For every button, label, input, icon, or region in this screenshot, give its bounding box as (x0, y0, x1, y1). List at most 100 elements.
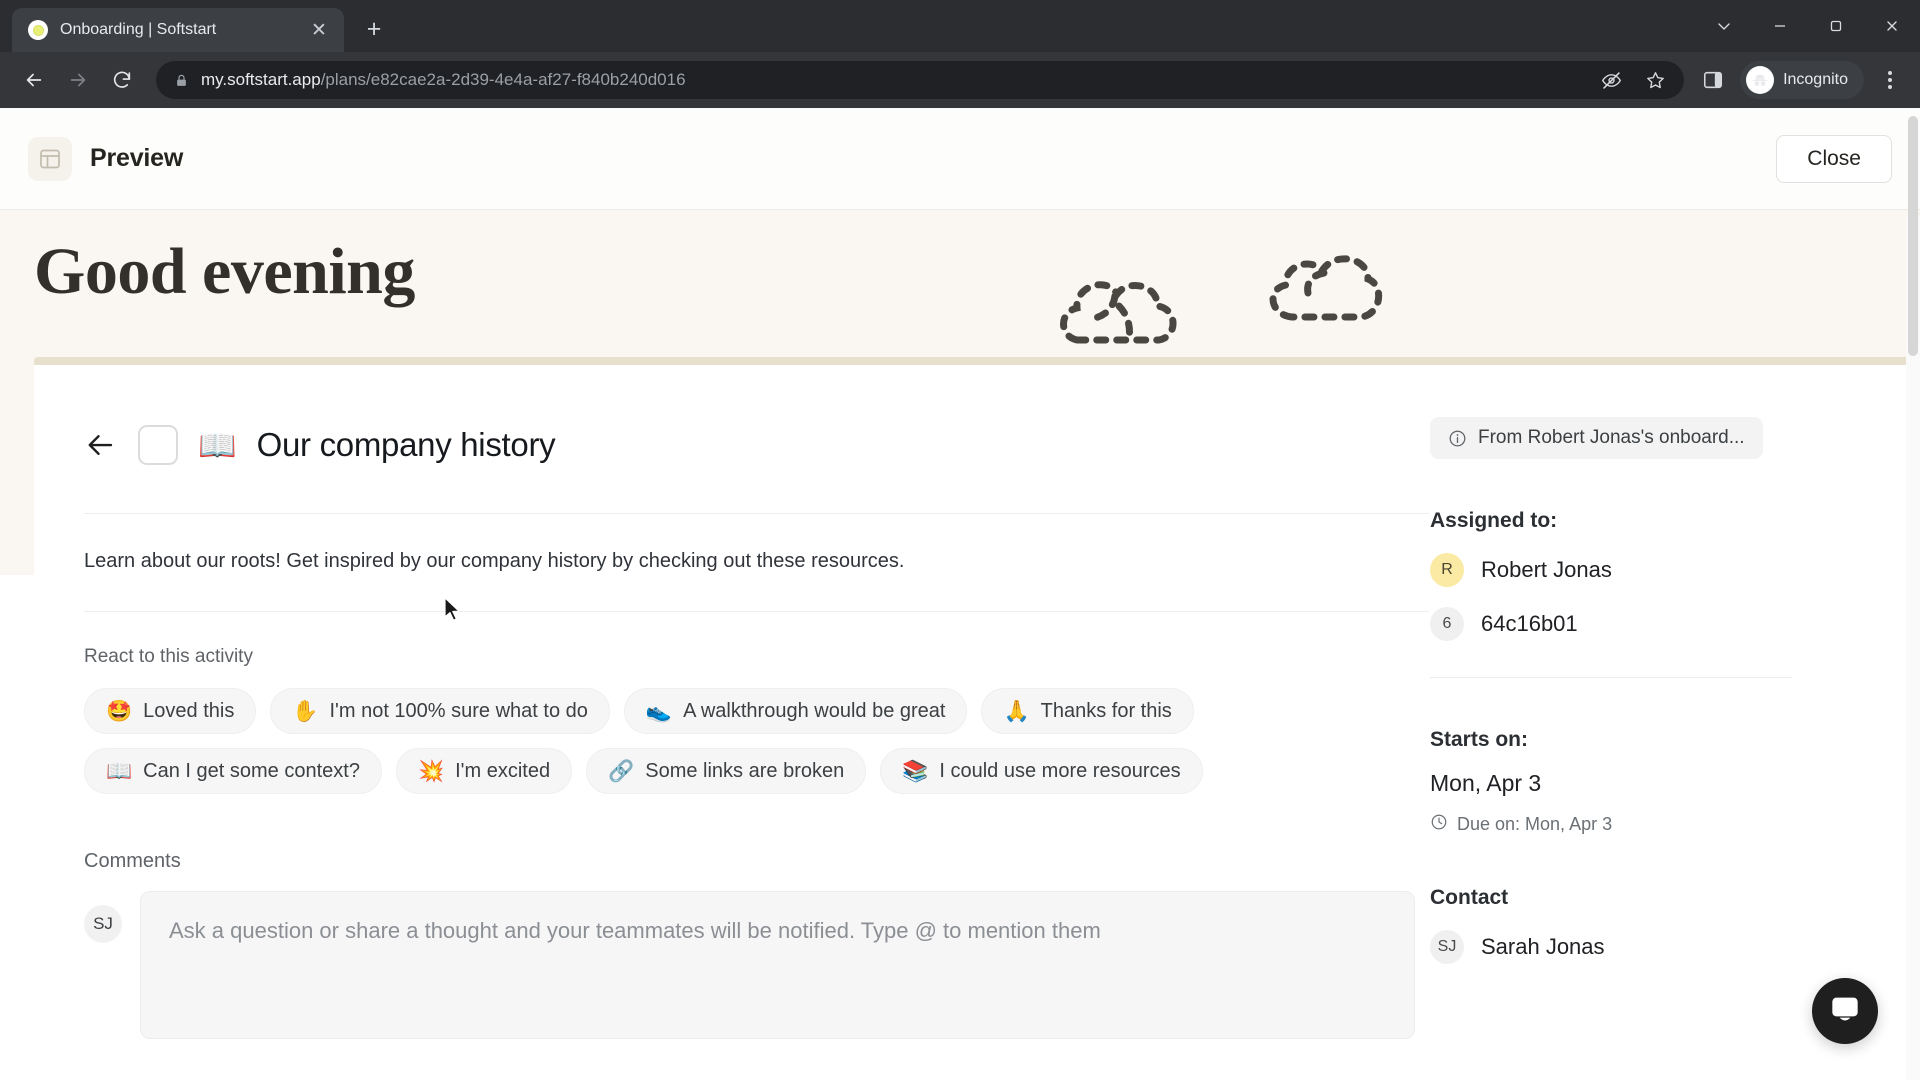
due-date-row: Due on: Mon, Apr 3 (1430, 813, 1870, 836)
chevron-down-icon[interactable] (1696, 3, 1752, 49)
avatar: SJ (1430, 930, 1464, 964)
window-close-icon[interactable] (1864, 3, 1920, 49)
profile-incognito-button[interactable]: Incognito (1740, 61, 1864, 99)
maximize-icon[interactable] (1808, 3, 1864, 49)
reaction-chip[interactable]: ✋ I'm not 100% sure what to do (270, 688, 610, 734)
greeting-text: Good evening (34, 235, 415, 308)
avatar: R (1430, 553, 1464, 587)
url-path: /plans/e82cae2a-2d39-4e4a-af27-f840b240d… (320, 70, 686, 89)
reaction-chip-label: Loved this (143, 699, 235, 722)
side-panel-icon[interactable] (1698, 65, 1728, 95)
starts-on-heading: Starts on: (1430, 728, 1529, 751)
contact-heading: Contact (1430, 886, 1509, 909)
activity-back-arrow-icon[interactable] (84, 428, 118, 462)
kebab-menu-icon[interactable] (1874, 61, 1906, 99)
forward-arrow-icon[interactable] (58, 60, 98, 100)
mouse-cursor (443, 597, 463, 628)
activity-title: Our company history (256, 426, 556, 463)
browser-toolbar: my.softstart.app/plans/e82cae2a-2d39-4e4… (0, 52, 1920, 108)
new-tab-button[interactable]: + (354, 9, 394, 49)
tab-strip: Onboarding | Softstart ✕ + (0, 0, 1920, 52)
comment-input[interactable]: Ask a question or share a thought and yo… (140, 891, 1415, 1039)
browser-tab[interactable]: Onboarding | Softstart ✕ (12, 8, 344, 52)
address-bar[interactable]: my.softstart.app/plans/e82cae2a-2d39-4e4… (156, 61, 1685, 99)
activity-checkbox[interactable] (138, 425, 178, 465)
softstart-dot-icon (28, 20, 48, 40)
activity-header: 📖 Our company history (84, 425, 1430, 465)
window-controls (1696, 0, 1920, 52)
address-bar-text: my.softstart.app/plans/e82cae2a-2d39-4e4… (201, 70, 686, 90)
page-title: Preview (90, 144, 184, 172)
reaction-chip[interactable]: 💥 I'm excited (395, 748, 573, 794)
info-icon (1448, 429, 1467, 448)
reaction-chip[interactable]: 🤩 Loved this (84, 688, 257, 734)
minimize-icon[interactable] (1752, 3, 1808, 49)
incognito-hat-icon (1746, 66, 1775, 94)
reaction-emoji-icon: ✋ (292, 699, 319, 723)
reload-icon[interactable] (102, 60, 142, 100)
reaction-emoji-icon: 📖 (106, 759, 133, 783)
reaction-chip[interactable]: 📖 Can I get some context? (84, 748, 382, 794)
eye-crossed-icon[interactable] (1596, 65, 1626, 95)
clock-icon (1430, 813, 1448, 836)
assignee-row[interactable]: R Robert Jonas (1430, 553, 1870, 587)
reaction-chip-label: I could use more resources (939, 759, 1181, 782)
reaction-chip-label: Some links are broken (645, 759, 845, 782)
contact-row[interactable]: SJ Sarah Jonas (1430, 930, 1870, 964)
cloud-decoration-right (1258, 235, 1386, 323)
assignee-row[interactable]: 6 64c16b01 (1430, 607, 1870, 641)
reaction-chip-label: I'm not 100% sure what to do (329, 699, 588, 722)
activity-detail: 📖 Our company history Learn about our ro… (0, 365, 1920, 1080)
reaction-chip-label: I'm excited (455, 759, 551, 782)
divider (84, 513, 1429, 514)
greeting-hero: Good evening (0, 210, 1920, 365)
avatar: 6 (1430, 607, 1464, 641)
reaction-chip[interactable]: 🙏 Thanks for this (981, 688, 1194, 734)
close-preview-button[interactable]: Close (1776, 134, 1892, 183)
reaction-emoji-icon: 👟 (645, 699, 673, 723)
assignee-name: Robert Jonas (1481, 557, 1612, 582)
reaction-emoji-icon: 💥 (417, 759, 445, 783)
assignee-name: 64c16b01 (1481, 611, 1578, 636)
reaction-chip[interactable]: 🔗 Some links are broken (586, 748, 867, 794)
browser-window: Onboarding | Softstart ✕ + my.softstart.… (0, 0, 1920, 1080)
layout-preview-icon (28, 136, 72, 181)
hero-rule (34, 357, 1920, 365)
app-viewport: Preview Close Good evening 📖 Our company… (0, 108, 1920, 1080)
comments-label: Comments (84, 850, 181, 872)
tab-close-icon[interactable]: ✕ (306, 17, 332, 43)
tab-title: Onboarding | Softstart (60, 21, 217, 38)
preview-header: Preview Close (0, 108, 1920, 210)
star-icon[interactable] (1640, 65, 1670, 95)
url-domain: my.softstart.app (201, 70, 321, 89)
activity-main-column: 📖 Our company history Learn about our ro… (0, 365, 1430, 1080)
reaction-chip-label: A walkthrough would be great (683, 699, 946, 722)
activity-description: Learn about our roots! Get inspired by o… (84, 550, 905, 572)
comment-composer: SJ Ask a question or share a thought and… (84, 891, 1430, 1039)
reaction-chip-list: 🤩 Loved this ✋ I'm not 100% sure what to d… (84, 688, 1324, 794)
reaction-chip-label: Thanks for this (1040, 699, 1172, 722)
reaction-chip[interactable]: 📚 I could use more resources (880, 748, 1203, 794)
page-scrollbar-thumb[interactable] (1908, 116, 1918, 356)
reaction-emoji-icon: 🤩 (106, 699, 133, 723)
from-plan-badge[interactable]: From Robert Jonas's onboard... (1430, 417, 1763, 459)
reaction-emoji-icon: 📚 (902, 759, 929, 783)
back-arrow-icon[interactable] (14, 60, 54, 100)
assigned-to-heading: Assigned to: (1430, 509, 1558, 532)
start-date: Mon, Apr 3 (1430, 770, 1542, 796)
contact-name: Sarah Jonas (1481, 934, 1605, 959)
divider (1430, 677, 1792, 678)
due-date-text: Due on: Mon, Apr 3 (1457, 814, 1613, 834)
activity-sidebar: From Robert Jonas's onboard... Assigned … (1430, 365, 1920, 1080)
lock-icon (174, 73, 189, 88)
reaction-chip-label: Can I get some context? (143, 759, 360, 782)
reactions-label: React to this activity (84, 646, 253, 667)
divider (84, 611, 1429, 612)
avatar: SJ (84, 905, 122, 943)
reaction-chip[interactable]: 👟 A walkthrough would be great (623, 688, 968, 734)
reaction-emoji-icon: 🔗 (608, 759, 635, 783)
reaction-emoji-icon: 🙏 (1003, 699, 1030, 723)
from-plan-label: From Robert Jonas's onboard... (1478, 427, 1745, 448)
cloud-decoration-left (1055, 260, 1190, 350)
preview-brand: Preview (28, 136, 184, 181)
